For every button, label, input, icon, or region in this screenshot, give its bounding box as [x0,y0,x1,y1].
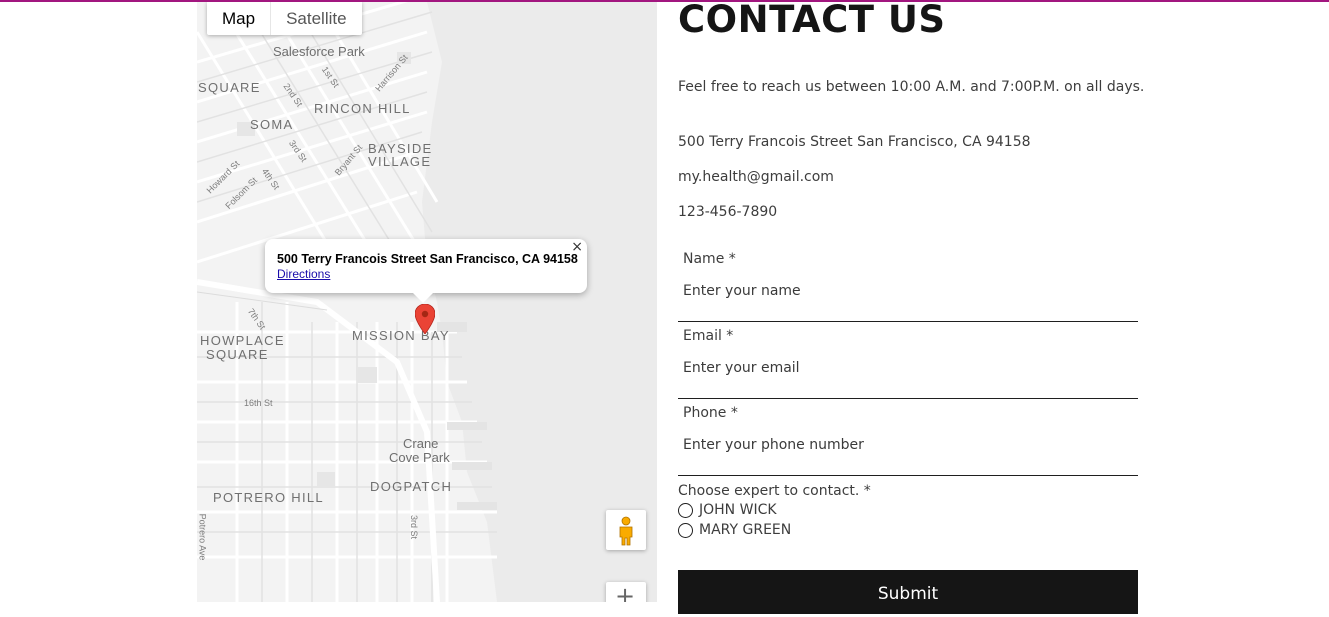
map-street-16th: 16th St [244,398,273,408]
contact-address: 500 Terry Francois Street San Francisco,… [678,134,1031,150]
name-field: Name * [678,248,1138,322]
plus-icon: + [615,582,636,602]
expert-option-label: JOHN WICK [699,502,777,518]
street-view-pegman-icon[interactable] [606,510,646,550]
contact-email: my.health@gmail.com [678,169,834,185]
phone-input[interactable] [678,430,1128,460]
phone-label: Phone * [683,405,738,421]
page-title: CONTACT US [678,0,946,41]
expert-option-john-wick[interactable]: JOHN WICK [678,502,777,518]
radio-button[interactable] [678,502,693,518]
map-label-village: VILLAGE [368,154,432,169]
close-icon[interactable]: × [571,239,583,255]
phone-field: Phone * [678,402,1138,476]
expert-label: Choose expert to contact. * [678,483,871,499]
map-type-control: Map Satellite [207,2,362,35]
map-label-mission-bay: MISSION BAY [352,328,450,343]
directions-link[interactable]: Directions [277,267,330,281]
info-window-address: 500 Terry Francois Street San Francisco,… [277,252,578,266]
map-tab[interactable]: Map [207,2,270,35]
email-input[interactable] [678,353,1128,383]
map-label-howplace: HOWPLACE [200,333,285,348]
map-street-3rd-b: 3rd St [409,514,420,540]
map-label-square: SQUARE [198,80,261,95]
email-label: Email * [683,328,734,344]
contact-phone: 123-456-7890 [678,204,778,220]
map-street-potrero-ave: Potrero Ave [197,513,208,561]
map-label-rincon-hill: RINCON HILL [314,101,411,116]
map-label-salesforce-park: Salesforce Park [273,44,365,59]
zoom-in-button[interactable]: + [606,582,646,602]
submit-button[interactable]: Submit [678,570,1138,614]
map-label-potrero-hill: POTRERO HILL [213,490,324,505]
map-pin-icon[interactable] [414,303,436,338]
map-label-cove-park: Cove Park [389,450,450,465]
map-label-crane: Crane [403,436,439,451]
satellite-tab[interactable]: Satellite [270,2,361,35]
map-label-square-2: SQUARE [206,347,269,362]
contact-hours: Feel free to reach us between 10:00 A.M.… [678,79,1145,95]
radio-button[interactable] [678,522,693,538]
email-field: Email * [678,325,1138,399]
map-label-soma: SOMA [250,117,294,132]
expert-option-mary-green[interactable]: MARY GREEN [678,522,791,538]
google-map[interactable]: Map Satellite Salesforce Park SQUARE RIN… [197,2,657,602]
map-label-dogpatch: DOGPATCH [370,479,453,494]
map-info-window: 500 Terry Francois Street San Francisco,… [265,239,587,303]
name-input[interactable] [678,276,1128,306]
expert-option-label: MARY GREEN [699,522,792,538]
name-label: Name * [683,251,736,267]
